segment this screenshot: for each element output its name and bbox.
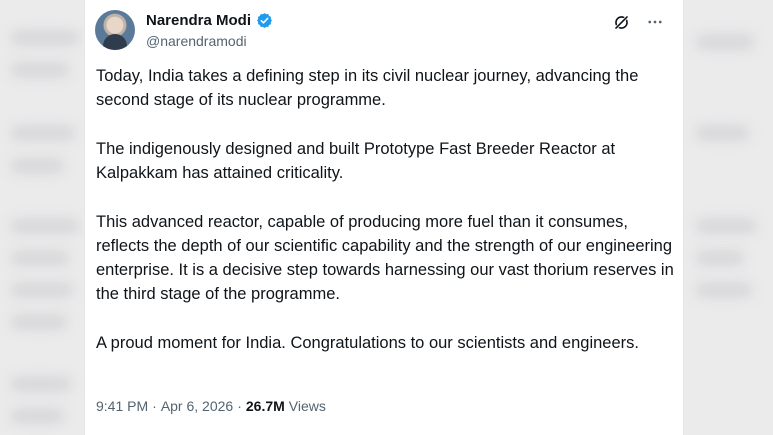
meta-separator: · [152,398,157,414]
views-count[interactable]: 26.7M [246,398,285,414]
post-header: Narendra Modi @narendramodi [95,10,675,54]
post-time[interactable]: 9:41 PM [96,398,148,414]
avatar[interactable] [95,10,135,50]
post-body: Today, India takes a defining step in it… [96,64,674,380]
author-name-row: Narendra Modi [146,12,273,29]
post-date[interactable]: Apr 6, 2026 [161,398,233,414]
grok-icon[interactable] [611,12,631,32]
author-display-name[interactable]: Narendra Modi [146,12,251,29]
post-actions [611,12,665,32]
views-label: Views [288,398,326,414]
post-paragraph: The indigenously designed and built Prot… [96,140,616,182]
post-paragraph: This advanced reactor, capable of produc… [96,213,674,303]
verified-badge-icon [256,12,273,29]
more-icon[interactable] [645,12,665,32]
post-meta: 9:41 PM · Apr 6, 2026 · 26.7M Views [96,398,326,414]
post-card: Narendra Modi @narendramodi Today, India… [84,0,684,435]
post-paragraph: Today, India takes a defining step in it… [96,67,639,109]
author-handle[interactable]: @narendramodi [146,33,247,49]
meta-separator: · [237,398,242,414]
post-paragraph: A proud moment for India. Congratulation… [96,334,639,352]
